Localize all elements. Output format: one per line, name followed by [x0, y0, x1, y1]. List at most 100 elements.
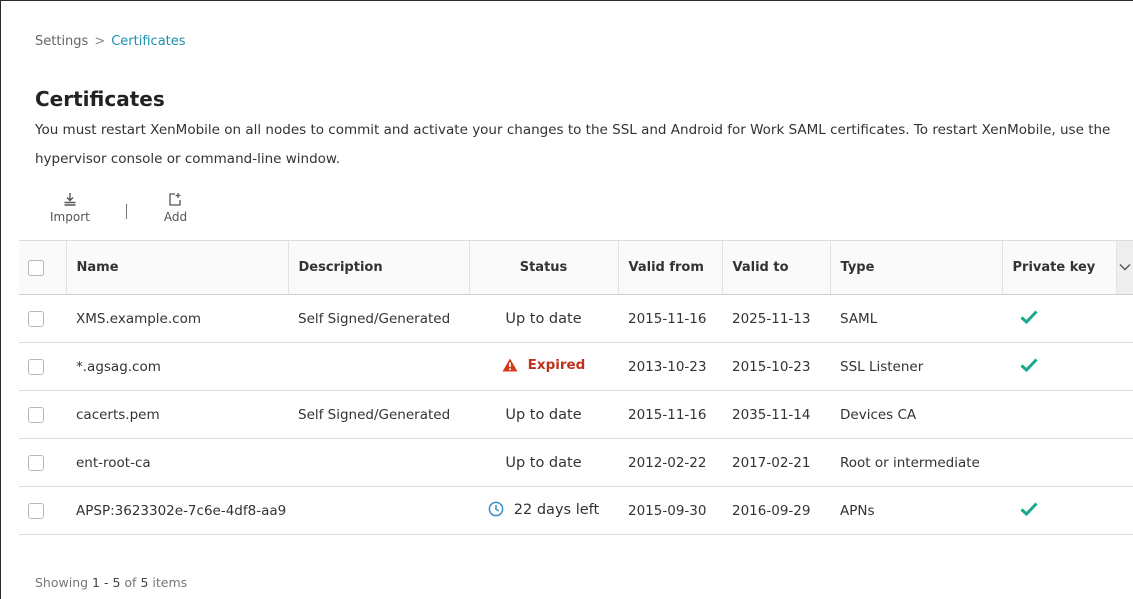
cell-valid-to: 2017-02-21 [722, 438, 830, 487]
cell-type: APNs [830, 486, 1002, 535]
cell-name: APSP:3623302e-7c6e-4df8-aa9 [66, 486, 288, 535]
pagination-total: 5 [140, 575, 149, 590]
restart-notice-line-1: You must restart XenMobile on all nodes … [35, 122, 1111, 138]
status-text: Up to date [505, 454, 582, 471]
pagination-suffix: items [152, 575, 188, 590]
row-select-cell [19, 438, 66, 487]
cell-description [288, 486, 469, 535]
row-select-cell [19, 342, 66, 391]
cell-description: Self Signed/Generated [288, 294, 469, 343]
breadcrumb-settings-link[interactable]: Settings [35, 34, 88, 49]
clock-icon [488, 501, 504, 521]
page-title: Certificates [35, 87, 165, 111]
warning-triangle-icon [502, 358, 518, 376]
restart-notice: You must restart XenMobile on all nodes … [35, 116, 1133, 174]
status-text: Up to date [505, 406, 582, 423]
toolbar-divider [125, 204, 127, 219]
pagination-of: of [124, 575, 137, 590]
cell-private-key [1002, 438, 1116, 487]
checkmark-icon [1020, 309, 1038, 328]
cell-valid-to: 2035-11-14 [722, 390, 830, 439]
cell-valid-from: 2015-11-16 [618, 390, 722, 439]
column-header-valid-from[interactable]: Valid from [618, 240, 723, 295]
status-text: 22 days left [513, 501, 600, 518]
cell-description [288, 342, 469, 391]
status-text: Expired [527, 357, 586, 373]
cell-valid-from: 2012-02-22 [618, 438, 722, 487]
column-header-status[interactable]: Status [469, 240, 619, 295]
cell-type: SSL Listener [830, 342, 1002, 391]
cell-valid-to: 2015-10-23 [722, 342, 830, 391]
breadcrumb-current[interactable]: Certificates [111, 34, 185, 49]
table-row[interactable]: *.agsag.com Expired 2013-10-23 2015-10-2… [19, 342, 1133, 391]
column-menu-button[interactable] [1116, 240, 1133, 295]
add-label: Add [163, 210, 188, 224]
status-text: Up to date [505, 310, 582, 327]
cell-valid-from: 2015-11-16 [618, 294, 722, 343]
chevron-down-icon [1119, 260, 1131, 275]
cell-spacer [1116, 390, 1133, 439]
breadcrumb-separator: > [94, 34, 106, 49]
column-header-description[interactable]: Description [288, 240, 470, 295]
column-header-name[interactable]: Name [66, 240, 289, 295]
row-checkbox[interactable] [28, 406, 44, 423]
pagination-summary: Showing 1 - 5 of 5 items [35, 575, 187, 590]
row-checkbox[interactable] [28, 454, 44, 471]
cell-private-key [1002, 294, 1116, 343]
cell-private-key [1002, 390, 1116, 439]
table-row[interactable]: ent-root-ca Up to date 2012-02-22 2017-0… [19, 438, 1133, 487]
cell-type: Root or intermediate [830, 438, 1002, 487]
breadcrumb: Settings > Certificates [35, 34, 186, 49]
checkmark-icon [1020, 501, 1038, 520]
pagination-range: 1 - 5 [92, 575, 121, 590]
add-button[interactable]: Add [164, 190, 187, 224]
table-row[interactable]: APSP:3623302e-7c6e-4df8-aa9 22 days left… [19, 486, 1133, 535]
column-header-valid-to[interactable]: Valid to [722, 240, 831, 295]
cell-private-key [1002, 486, 1116, 535]
row-select-cell [19, 486, 66, 535]
cell-name: ent-root-ca [66, 438, 288, 487]
cell-valid-from: 2015-09-30 [618, 486, 722, 535]
row-checkbox[interactable] [28, 310, 44, 327]
cell-name: *.agsag.com [66, 342, 288, 391]
table-row[interactable]: XMS.example.com Self Signed/Generated Up… [19, 294, 1133, 343]
row-select-cell [19, 390, 66, 439]
import-label: Import [50, 210, 90, 224]
cell-valid-to: 2016-09-29 [722, 486, 830, 535]
select-all-cell [19, 240, 67, 295]
cell-status: Up to date [469, 294, 618, 343]
cell-status: 22 days left [469, 486, 618, 535]
cell-spacer [1116, 294, 1133, 343]
cell-spacer [1116, 342, 1133, 391]
cell-name: XMS.example.com [66, 294, 288, 343]
cell-type: Devices CA [830, 390, 1002, 439]
cell-valid-from: 2013-10-23 [618, 342, 722, 391]
import-icon [63, 190, 77, 208]
cell-description [288, 438, 469, 487]
row-checkbox[interactable] [28, 358, 44, 375]
add-icon [168, 190, 182, 208]
row-select-cell [19, 294, 66, 343]
table-row[interactable]: cacerts.pem Self Signed/Generated Up to … [19, 390, 1133, 439]
checkmark-icon [1020, 357, 1038, 376]
row-checkbox[interactable] [28, 502, 44, 519]
cell-spacer [1116, 486, 1133, 535]
cell-description: Self Signed/Generated [288, 390, 469, 439]
cell-spacer [1116, 438, 1133, 487]
certificates-table: Name Description Status Valid from Valid… [19, 240, 1133, 535]
pagination-prefix: Showing [35, 575, 89, 590]
cell-name: cacerts.pem [66, 390, 288, 439]
import-button[interactable]: Import [50, 190, 90, 224]
column-header-private-key[interactable]: Private key [1002, 240, 1117, 295]
cell-status: Up to date [469, 438, 618, 487]
cell-private-key [1002, 342, 1116, 391]
cell-type: SAML [830, 294, 1002, 343]
restart-notice-line-2: hypervisor console or command-line windo… [35, 151, 341, 167]
column-header-type[interactable]: Type [830, 240, 1003, 295]
toolbar: Import Add [50, 190, 187, 230]
cell-status: Up to date [469, 390, 618, 439]
cell-status: Expired [469, 342, 618, 391]
cell-valid-to: 2025-11-13 [722, 294, 830, 343]
select-all-checkbox[interactable] [28, 259, 44, 276]
table-header-row: Name Description Status Valid from Valid… [19, 240, 1133, 295]
